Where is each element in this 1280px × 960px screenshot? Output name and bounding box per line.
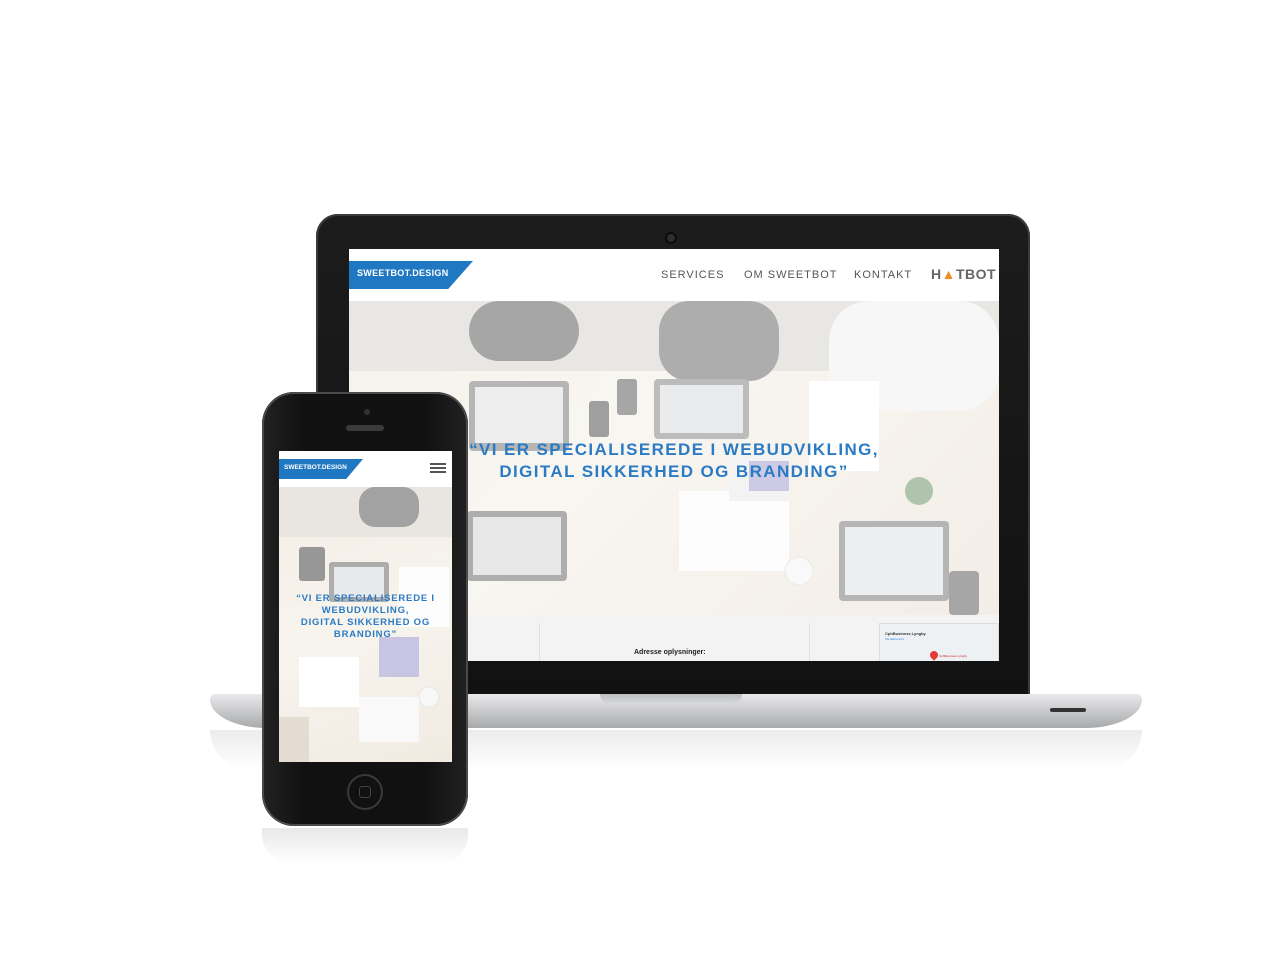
address-label: Adresse oplysninger: [634, 649, 706, 656]
laptop-notch [600, 694, 742, 704]
hamburger-bar [430, 467, 446, 469]
mobile-header: SWEETBOT.DESIGN [279, 451, 452, 487]
brand-logo-text[interactable]: SWEETBOT.DESIGN [357, 268, 449, 278]
phone-reflection [262, 828, 468, 864]
hamburger-bar [430, 471, 446, 473]
mobile-quote-line-4: BRANDING” [333, 629, 398, 640]
laptop-camera [667, 234, 675, 242]
mobile-quote-line-1: “VI ER SPECIALISEREDE I [296, 593, 435, 604]
hotbot-logo[interactable]: H▲TBOT [931, 266, 996, 282]
footer-divider [539, 623, 540, 661]
map-pin-label: CphBusiness Lyngby [939, 654, 968, 658]
map-larger-link[interactable]: Vis større kort [885, 637, 904, 641]
nav-kontakt[interactable]: KONTAKT [854, 269, 912, 281]
hotbot-logo-suffix: TBOT [955, 266, 997, 282]
hamburger-icon[interactable] [430, 463, 446, 473]
flame-icon: ▲ [941, 266, 956, 282]
phone-speaker [346, 425, 384, 431]
mobile-hero-section: “VI ER SPECIALISEREDE I WEBUDVIKLING, DI… [279, 487, 452, 762]
nav-services[interactable]: SERVICES [661, 269, 724, 281]
mobile-hero-quote: “VI ER SPECIALISEREDE I WEBUDVIKLING, DI… [283, 593, 448, 641]
home-button-icon [359, 786, 371, 798]
mobile-website: “VI ER SPECIALISEREDE I WEBUDVIKLING, DI… [279, 451, 452, 762]
mobile-quote-line-2: WEBUDVIKLING, [321, 605, 410, 616]
mobile-quote-line-3: DIGITAL SIKKERHED OG [300, 617, 431, 628]
phone-camera [364, 409, 370, 415]
map-place-name: CphBusiness Lyngby [885, 631, 926, 636]
footer-divider [809, 623, 810, 661]
mobile-brand-text[interactable]: SWEETBOT.DESIGN [284, 464, 347, 471]
hamburger-bar [430, 463, 446, 465]
site-header: SWEETBOT.DESIGN SERVICES OM SWEETBOT KON… [349, 249, 999, 301]
laptop-slot [1050, 708, 1086, 712]
nav-om-sweetbot[interactable]: OM SWEETBOT [744, 269, 838, 281]
hotbot-logo-prefix: H [931, 266, 942, 282]
